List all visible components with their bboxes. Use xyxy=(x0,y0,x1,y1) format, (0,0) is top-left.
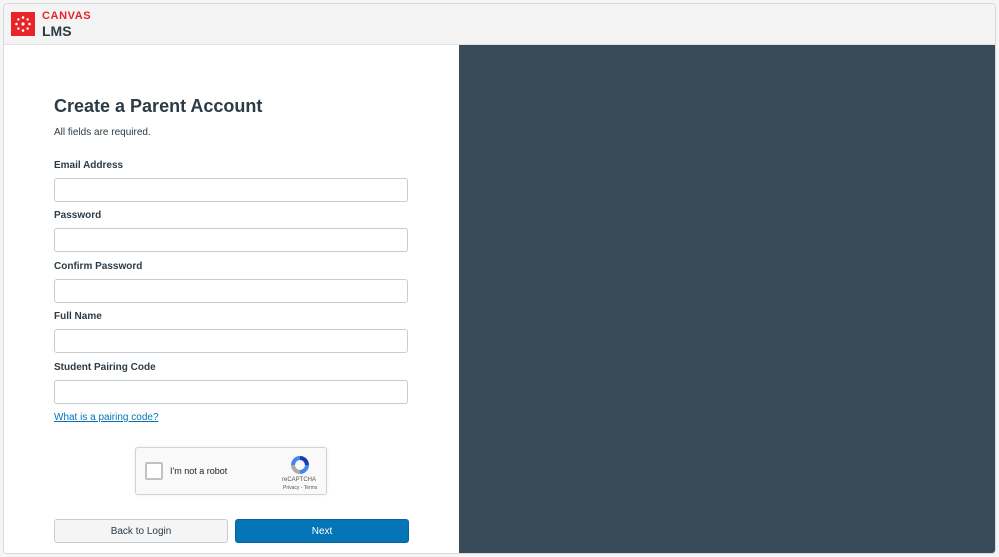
full-name-label: Full Name xyxy=(54,311,102,322)
next-button[interactable]: Next xyxy=(235,519,409,543)
pairing-code-label: Student Pairing Code xyxy=(54,362,156,373)
back-to-login-button[interactable]: Back to Login xyxy=(54,519,228,543)
full-name-field[interactable] xyxy=(54,329,408,353)
recaptcha-brand: reCAPTCHA xyxy=(282,477,317,483)
app-window: CANVAS LMS Create a Parent Account All f… xyxy=(3,3,996,554)
brand-name: CANVAS xyxy=(42,10,92,22)
recaptcha-widget: I'm not a robot reCAPTCHA Privacy - Term… xyxy=(135,447,327,495)
password-field[interactable] xyxy=(54,228,408,252)
email-field[interactable] xyxy=(54,178,408,202)
password-label: Password xyxy=(54,210,102,221)
canvas-logo-icon xyxy=(11,12,35,36)
brand-product: LMS xyxy=(42,23,72,39)
side-panel xyxy=(459,45,995,553)
recaptcha-label: I'm not a robot xyxy=(170,466,228,476)
recaptcha-logo-icon xyxy=(289,454,311,476)
confirm-password-field[interactable] xyxy=(54,279,408,303)
pairing-code-help-link[interactable]: What is a pairing code? xyxy=(54,412,159,423)
form-subtitle: All fields are required. xyxy=(54,127,151,138)
recaptcha-checkbox[interactable] xyxy=(145,462,163,480)
pairing-code-field[interactable] xyxy=(54,380,408,404)
confirm-password-label: Confirm Password xyxy=(54,261,143,272)
top-header: CANVAS LMS xyxy=(4,4,995,45)
recaptcha-privacy-terms[interactable]: Privacy - Terms xyxy=(283,485,317,491)
email-label: Email Address xyxy=(54,160,124,171)
form-panel: Create a Parent Account All fields are r… xyxy=(4,45,458,553)
page-title: Create a Parent Account xyxy=(54,96,263,116)
